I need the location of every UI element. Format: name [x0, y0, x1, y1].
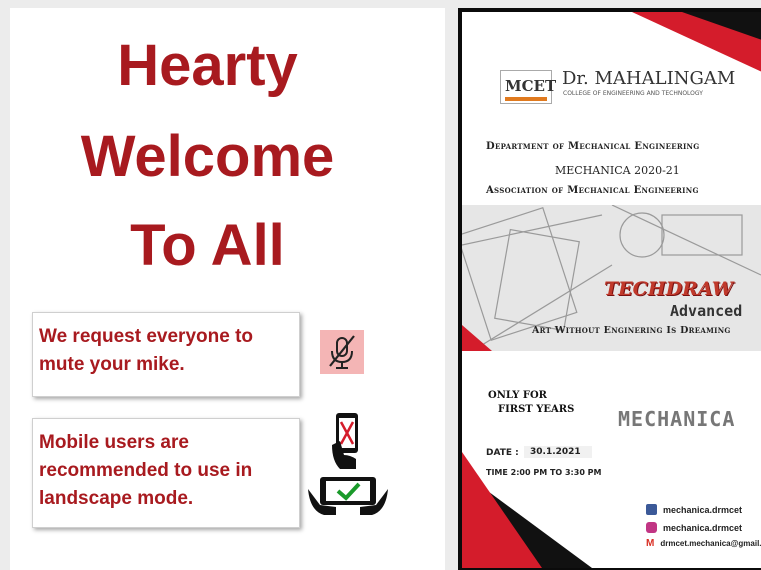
department-name: Department of Mechanical Engineering: [486, 141, 700, 152]
event-subtitle: Advanced: [670, 302, 743, 320]
event-name: MECHANICA 2020-21: [555, 164, 680, 177]
college-name: Dr. MAHALINGAM: [562, 68, 736, 89]
college-logo-text: MCET: [505, 77, 557, 95]
association-name: Association of Mechanical Engineering: [486, 185, 699, 196]
audience-value: FIRST YEARS: [498, 404, 575, 415]
instagram-link[interactable]: mechanica.drmcet: [646, 522, 742, 533]
email-address: drmcet.mechanica@gmail.c: [660, 539, 761, 548]
welcome-heading-line-2: Welcome: [80, 124, 335, 189]
college-subtitle: COLLEGE OF ENGINEERING AND TECHNOLOGY: [563, 90, 703, 97]
mechanica-brand: MECHANICA: [618, 407, 736, 431]
facebook-icon: [646, 504, 657, 515]
poster-corner-decoration: [632, 12, 761, 72]
mute-notice: We request everyone to mute your mike.: [32, 312, 300, 397]
facebook-handle: mechanica.drmcet: [663, 504, 743, 515]
welcome-slide: Hearty Welcome To All We request everyon…: [10, 8, 445, 570]
mute-notice-text: We request everyone to mute your mike.: [39, 326, 254, 375]
event-poster: MCET Dr. MAHALINGAM COLLEGE OF ENGINEERI…: [458, 8, 761, 570]
gmail-icon: M: [646, 538, 655, 549]
phone-portrait-crossed-icon: [330, 411, 364, 473]
mobile-notice: Mobile users are recommended to use in l…: [32, 418, 300, 528]
phone-landscape-check-icon: [306, 471, 390, 519]
event-tagline: Art Without Enginering Is Dreaming: [532, 325, 731, 336]
college-logo: MCET: [500, 70, 556, 104]
email-link[interactable]: M drmcet.mechanica@gmail.c: [646, 538, 761, 549]
audience-label: ONLY FOR: [488, 390, 547, 401]
instagram-handle: mechanica.drmcet: [663, 522, 743, 533]
microphone-muted-icon: [320, 330, 364, 374]
poster-bottom-decoration: [462, 452, 592, 568]
welcome-heading-line-1: Hearty: [117, 33, 298, 98]
welcome-heading-line-3: To All: [130, 213, 285, 278]
event-title: TECHDRAW: [604, 278, 734, 300]
facebook-link[interactable]: mechanica.drmcet: [646, 504, 742, 515]
poster-content: MCET Dr. MAHALINGAM COLLEGE OF ENGINEERI…: [462, 12, 761, 568]
instagram-icon: [646, 522, 657, 533]
mobile-notice-text: Mobile users are recommended to use in l…: [39, 432, 253, 509]
